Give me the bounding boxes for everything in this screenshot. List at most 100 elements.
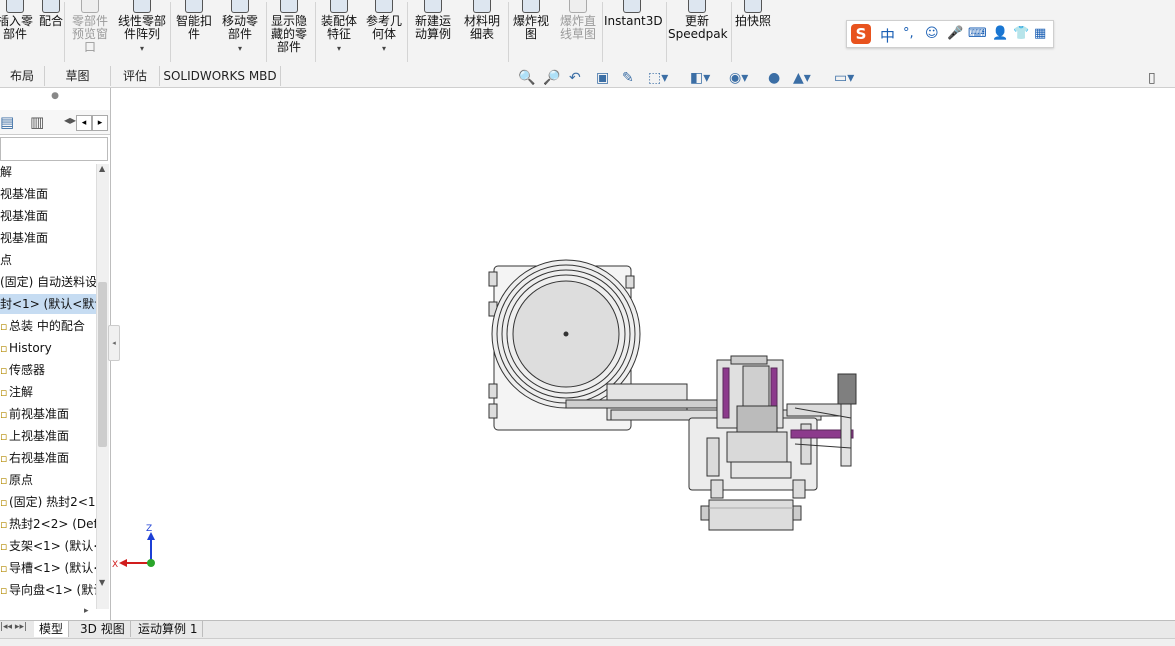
tree-item-label: 传感器 [9, 363, 46, 377]
mate-button[interactable]: 配合 [34, 0, 68, 64]
command-tabs: 布局 草图 评估 SOLIDWORKS MBD [0, 66, 1175, 88]
ime-toolbar[interactable]: S 中 °, ☺ 🎤 ⌨ 👤 👕 ▦ [846, 20, 1054, 48]
skin-icon[interactable]: 👕 [1013, 26, 1029, 41]
assembly-features-icon [330, 0, 348, 13]
tree-item[interactable]: ▫ 热封2<2> (Def [0, 514, 96, 534]
microphone-icon[interactable]: 🎤 [947, 26, 963, 41]
ribbon-button-label: 拍快照 [734, 14, 771, 28]
ribbon-button-label: 材料明 细表 [463, 14, 500, 41]
tree-item[interactable]: ▫ 总装 中的配合 [0, 316, 96, 336]
ribbon-button-label: 插入零 部件 [0, 14, 33, 41]
tree-item[interactable]: ▫ History [0, 338, 96, 358]
emoji-icon[interactable]: ☺ [925, 26, 939, 41]
tree-item-label: 总装 中的配合 [9, 319, 85, 333]
new-motion-study-button[interactable]: 新建运 动算例 [409, 0, 457, 64]
scroll-end-icon[interactable]: ▸ [84, 606, 89, 616]
move-component-button[interactable]: 移动零 部件 ▾ [217, 0, 263, 64]
tab-nav-arrows-icon[interactable]: |◂◂ ▸▸| [0, 622, 27, 632]
tree-item[interactable]: ▫ 注解 [0, 382, 96, 402]
tree-scrollbar-thumb[interactable] [98, 282, 107, 447]
feature-tree-tab-icon[interactable]: ▤ [0, 113, 14, 131]
tree-item[interactable]: 解 [0, 162, 96, 182]
grid-icon[interactable]: ▦ [1034, 26, 1046, 41]
punctuation-icon[interactable]: °, [903, 26, 914, 41]
tab-motion-study-1[interactable]: 运动算例 1 [133, 621, 204, 637]
tree-item-label: 视基准面 [0, 209, 49, 223]
tree-scrollbar[interactable]: ▲ ▼ [96, 164, 109, 609]
tree-item[interactable]: ▫ 右视基准面 [0, 448, 96, 468]
linear-component-pattern-icon [133, 0, 151, 13]
ribbon-separator [64, 2, 65, 62]
scroll-down-icon[interactable]: ▼ [99, 578, 105, 587]
ribbon-separator [602, 2, 603, 62]
tree-item[interactable]: ▫ 支架<1> (默认< [0, 536, 96, 556]
component-preview-window-icon [81, 0, 99, 13]
dropdown-arrow-icon[interactable]: ▾ [362, 42, 406, 55]
take-snapshot-button[interactable]: 拍快照 [733, 0, 773, 64]
scroll-up-icon[interactable]: ▲ [99, 164, 105, 173]
tree-item[interactable]: ▫ 导向盘<1> (默认 [0, 580, 96, 600]
tree-filter-input[interactable] [0, 137, 108, 161]
dropdown-arrow-icon[interactable]: ▾ [114, 42, 170, 55]
tree-item[interactable]: ▫ (固定) 热封2<1 [0, 492, 96, 512]
reference-geometry-button[interactable]: 参考几 何体 ▾ [362, 0, 406, 64]
tree-item[interactable]: 封<1> (默认<默认 [0, 294, 96, 314]
tree-item-label: 导向盘<1> (默认 [9, 583, 96, 597]
scroll-left-icon[interactable]: ◂ [76, 115, 92, 131]
linear-component-pattern-button[interactable]: 线性零部 件阵列 ▾ [114, 0, 170, 64]
tree-item[interactable]: 视基准面 [0, 228, 96, 248]
panel-grip-icon[interactable]: ● [0, 91, 110, 105]
keyboard-icon[interactable]: ⌨ [968, 26, 987, 41]
tree-item-label: 视基准面 [0, 187, 49, 201]
tab-3d-view[interactable]: 3D 视图 [75, 621, 131, 637]
feature-manager-panel: ● ▤ ▥ ◂▸ ◂ ▸ 解视基准面视基准面视基准面点(固定) 自动送料设计封<… [0, 88, 111, 620]
tree-item-label: 支架<1> (默认< [9, 539, 96, 553]
tree-node-icon: ▫ [0, 584, 8, 597]
command-ribbon: 插入零 部件 配合 零部件 预览窗 口线性零部 件阵列 ▾ 智能扣 件移动零 部件 ▾ 显示… [0, 0, 1175, 67]
tab-model[interactable]: 模型 [34, 621, 70, 637]
tab-evaluate[interactable]: 评估 [111, 66, 160, 86]
tree-item[interactable]: ▫ 导槽<1> (默认< [0, 558, 96, 578]
update-speedpak-button[interactable]: 更新 Speedpak [668, 0, 728, 64]
smart-fasteners-button[interactable]: 智能扣 件 [172, 0, 216, 64]
tree-item[interactable]: ▫ 前视基准面 [0, 404, 96, 424]
tree-item[interactable]: ▫ 传感器 [0, 360, 96, 380]
instant3d-button[interactable]: Instant3D [604, 0, 663, 64]
x-axis-label: X [112, 560, 118, 570]
tree-item-label: History [9, 341, 52, 355]
tree-item[interactable]: 视基准面 [0, 206, 96, 226]
user-icon[interactable]: 👤 [992, 26, 1008, 41]
tree-node-icon: ▫ [0, 540, 8, 553]
scroll-right-icon[interactable]: ▸ [92, 115, 108, 131]
ribbon-button-label: Instant3D [604, 14, 663, 28]
insert-components-button[interactable]: 插入零 部件 [0, 0, 36, 64]
tree-node-icon: ▫ [0, 474, 8, 487]
dropdown-arrow-icon[interactable]: ▾ [217, 42, 263, 55]
show-hidden-components-button[interactable]: 显示隐 藏的零 部件 [268, 0, 310, 64]
exploded-view-button[interactable]: 爆炸视 图 [510, 0, 552, 64]
explode-line-sketch-button[interactable]: 爆炸直 线草图 [554, 0, 602, 64]
graphics-area[interactable]: Z X [111, 88, 1175, 620]
tree-item[interactable]: ▫ 原点 [0, 470, 96, 490]
bill-of-materials-button[interactable]: 材料明 细表 [460, 0, 504, 64]
tree-node-icon: ▫ [0, 408, 8, 421]
ribbon-button-label: 爆炸直 线草图 [559, 14, 596, 41]
tree-item[interactable]: 点 [0, 250, 96, 270]
ime-mode-label[interactable]: 中 [880, 25, 895, 46]
assembly-model[interactable] [488, 259, 857, 531]
tree-item[interactable]: (固定) 自动送料设计 [0, 272, 96, 292]
update-speedpak-icon [688, 0, 706, 13]
tree-item[interactable]: ▫ 上视基准面 [0, 426, 96, 446]
tab-layout[interactable]: 布局 [0, 66, 45, 86]
property-manager-tab-icon[interactable]: ▥ [30, 113, 44, 131]
tree-item-label: 视基准面 [0, 231, 49, 245]
config-tab-icon[interactable]: ◂▸ [64, 113, 76, 127]
ribbon-separator [407, 2, 408, 62]
tab-mbd[interactable]: SOLIDWORKS MBD [160, 66, 281, 86]
ribbon-button-label: 爆炸视 图 [512, 14, 549, 41]
assembly-features-button[interactable]: 装配体 特征 ▾ [317, 0, 361, 64]
dropdown-arrow-icon[interactable]: ▾ [317, 42, 361, 55]
component-preview-window-button[interactable]: 零部件 预览窗 口 [66, 0, 114, 64]
tab-sketch[interactable]: 草图 [45, 66, 111, 86]
tree-item[interactable]: 视基准面 [0, 184, 96, 204]
